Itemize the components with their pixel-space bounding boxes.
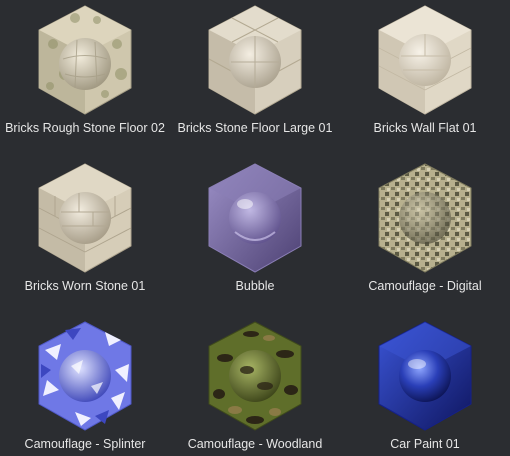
material-name: Bricks Worn Stone 01 [24,279,146,293]
material-name: Bricks Wall Flat 01 [373,121,477,135]
material-grid: Bricks Rough Stone Floor 02 Bricks Stone… [0,0,510,456]
material-tile-camouflage-woodland[interactable]: Camouflage - Woodland [170,316,340,456]
material-name: Bricks Stone Floor Large 01 [177,121,333,135]
material-tile-bubble[interactable]: Bubble [170,158,340,316]
material-name: Car Paint 01 [390,437,460,451]
material-name: Camouflage - Splinter [24,437,146,451]
camo-cube-icon [378,163,472,273]
material-name: Bricks Rough Stone Floor 02 [5,121,165,135]
paint-cube-icon [378,321,472,431]
camo-cube-icon [208,321,302,431]
material-tile-bricks-rough-stone-floor-02[interactable]: Bricks Rough Stone Floor 02 [0,0,170,158]
material-tile-camouflage-digital[interactable]: Camouflage - Digital [340,158,510,316]
material-tile-bricks-wall-flat-01[interactable]: Bricks Wall Flat 01 [340,0,510,158]
brick-cube-icon [38,163,132,273]
material-tile-bricks-worn-stone-01[interactable]: Bricks Worn Stone 01 [0,158,170,316]
material-tile-camouflage-splinter[interactable]: Camouflage - Splinter [0,316,170,456]
bubble-cube-icon [208,163,302,273]
material-tile-bricks-stone-floor-large-01[interactable]: Bricks Stone Floor Large 01 [170,0,340,158]
material-tile-car-paint-01[interactable]: Car Paint 01 [340,316,510,456]
brick-cube-icon [38,5,132,115]
brick-cube-icon [208,5,302,115]
material-name: Bubble [235,279,275,293]
camo-cube-icon [38,321,132,431]
brick-cube-icon [378,5,472,115]
material-name: Camouflage - Woodland [187,437,323,451]
material-name: Camouflage - Digital [368,279,482,293]
